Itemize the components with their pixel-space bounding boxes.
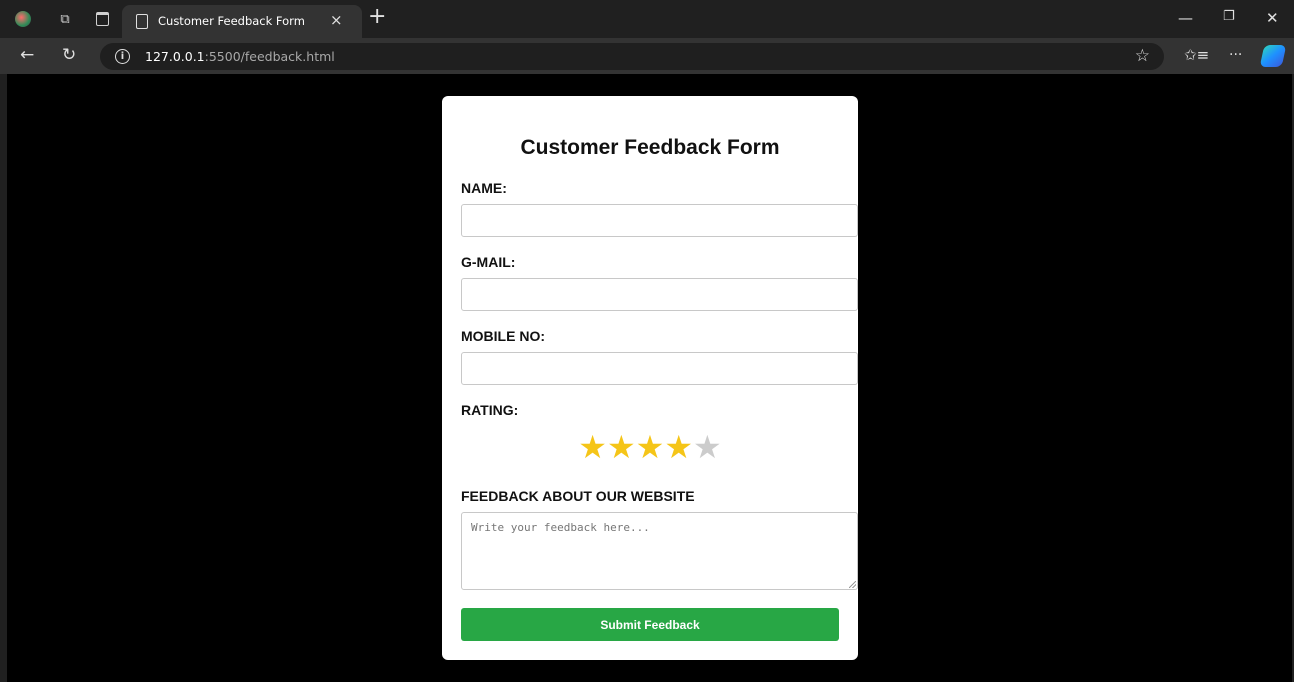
mobile-label: MOBILE NO:: [461, 328, 545, 344]
rating-label: RATING:: [461, 402, 519, 418]
more-icon[interactable]: ···: [1229, 47, 1242, 63]
feedback-form-card: Customer Feedback Form NAME: G-MAIL: MOB…: [442, 96, 858, 660]
page-icon: [136, 14, 148, 29]
back-icon[interactable]: ←: [20, 45, 34, 65]
tab-close-icon[interactable]: ×: [330, 11, 343, 29]
submit-feedback-button[interactable]: Submit Feedback: [461, 608, 839, 641]
refresh-icon[interactable]: ↻: [62, 45, 76, 65]
url-path: :5500/feedback.html: [204, 49, 335, 64]
form-title: Customer Feedback Form: [520, 136, 780, 159]
favorite-star-icon[interactable]: ☆: [1135, 46, 1150, 66]
mobile-input[interactable]: [461, 352, 858, 385]
copilot-icon[interactable]: [1259, 45, 1287, 67]
rating-star-3-icon[interactable]: ★: [636, 428, 665, 466]
tab-title: Customer Feedback Form: [158, 14, 305, 28]
rating-star-2-icon[interactable]: ★: [607, 428, 636, 466]
info-icon[interactable]: i: [115, 49, 130, 64]
rating-star-1-icon[interactable]: ★: [578, 428, 607, 466]
url-host: 127.0.0.1: [145, 49, 205, 64]
page-viewport: Customer Feedback Form NAME: G-MAIL: MOB…: [7, 74, 1292, 682]
url-text[interactable]: 127.0.0.1:5500/feedback.html: [145, 49, 335, 64]
minimize-button[interactable]: —: [1178, 9, 1193, 27]
browser-title-bar: ⧉ Customer Feedback Form × + — ❐ ✕: [0, 0, 1294, 38]
rating-star-5-icon[interactable]: ★: [693, 428, 722, 466]
rating-star-4-icon[interactable]: ★: [664, 428, 693, 466]
name-label: NAME:: [461, 180, 507, 196]
profile-avatar-icon[interactable]: [13, 9, 33, 29]
workspaces-icon[interactable]: ⧉: [55, 9, 75, 29]
star-rating: ★★★★★: [442, 428, 858, 466]
new-tab-button[interactable]: +: [368, 4, 386, 29]
tab-customer-feedback[interactable]: Customer Feedback Form ×: [122, 5, 362, 38]
gmail-input[interactable]: [461, 278, 858, 311]
address-bar[interactable]: i 127.0.0.1:5500/feedback.html ☆: [100, 43, 1164, 70]
address-toolbar: ← ↻ i 127.0.0.1:5500/feedback.html ☆ ✩≡ …: [0, 38, 1294, 74]
feedback-textarea[interactable]: [461, 512, 858, 590]
restore-button[interactable]: ❐: [1223, 9, 1235, 24]
close-window-button[interactable]: ✕: [1266, 9, 1279, 27]
gmail-label: G-MAIL:: [461, 254, 516, 270]
textarea-resize-handle[interactable]: [849, 581, 856, 588]
tab-actions-icon[interactable]: [92, 9, 112, 29]
name-input[interactable]: [461, 204, 858, 237]
favorites-list-icon[interactable]: ✩≡: [1184, 46, 1209, 64]
feedback-label: FEEDBACK ABOUT OUR WEBSITE: [461, 488, 695, 504]
